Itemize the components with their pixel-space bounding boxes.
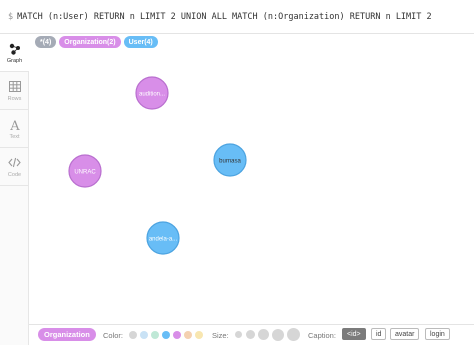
size-option[interactable] xyxy=(235,331,242,338)
sidebar-item-text[interactable]: A Text xyxy=(0,110,29,148)
query-text[interactable]: MATCH (n:User) RETURN n LIMIT 2 UNION AL… xyxy=(17,12,432,22)
caption-option-login[interactable]: login xyxy=(425,328,450,340)
color-swatch[interactable] xyxy=(195,331,203,339)
graph-panel: *(4) Organization(2) User(4) audition...… xyxy=(29,34,474,345)
sidebar-item-graph[interactable]: Graph xyxy=(0,34,29,72)
style-footer: Organization Color: Size: Caption: <id> … xyxy=(29,324,474,345)
color-swatch[interactable] xyxy=(151,331,159,339)
node-caption: UNRAC xyxy=(74,170,96,176)
color-swatch[interactable] xyxy=(184,331,192,339)
graph-icon xyxy=(8,42,22,56)
sidebar-item-rows[interactable]: Rows xyxy=(0,72,29,110)
caption-label: Caption: xyxy=(308,331,336,340)
graph-node[interactable]: audition... xyxy=(135,76,169,110)
svg-text:A: A xyxy=(9,119,20,131)
size-option[interactable] xyxy=(246,330,255,339)
sidebar-item-label: Rows xyxy=(7,95,22,102)
code-icon xyxy=(8,156,22,170)
graph-node[interactable]: andela-a... xyxy=(146,221,180,255)
graph-canvas[interactable]: audition... UNRAC burnasa andela-a... xyxy=(29,34,474,324)
node-caption: andela-a... xyxy=(149,237,178,243)
color-swatch[interactable] xyxy=(140,331,148,339)
color-label: Color: xyxy=(103,331,124,340)
color-swatch[interactable] xyxy=(162,331,170,339)
text-icon: A xyxy=(8,118,22,132)
table-icon xyxy=(8,80,22,94)
color-swatch[interactable] xyxy=(129,331,137,339)
size-option[interactable] xyxy=(258,329,269,340)
size-option[interactable] xyxy=(272,328,284,341)
caption-option-id-internal[interactable]: <id> xyxy=(342,328,366,340)
graph-node[interactable]: UNRAC xyxy=(68,154,102,188)
caption-option-id[interactable]: id xyxy=(371,328,387,340)
view-sidebar: Graph Rows A Text Code xyxy=(0,34,29,345)
node-caption: audition... xyxy=(139,92,165,98)
color-swatch[interactable] xyxy=(173,331,181,339)
node-caption: burnasa xyxy=(219,159,241,165)
graph-node[interactable]: burnasa xyxy=(213,143,247,177)
caption-option-avatar[interactable]: avatar xyxy=(390,328,420,340)
selected-label-pill[interactable]: Organization xyxy=(38,328,96,341)
size-option[interactable] xyxy=(287,328,300,341)
query-editor[interactable]: $ MATCH (n:User) RETURN n LIMIT 2 UNION … xyxy=(0,0,474,34)
sidebar-item-label: Text xyxy=(9,133,20,140)
size-label: Size: xyxy=(212,331,229,340)
query-prompt: $ xyxy=(8,11,14,22)
sidebar-item-label: Graph xyxy=(6,57,23,64)
sidebar-item-code[interactable]: Code xyxy=(0,148,29,186)
sidebar-item-label: Code xyxy=(7,171,22,178)
